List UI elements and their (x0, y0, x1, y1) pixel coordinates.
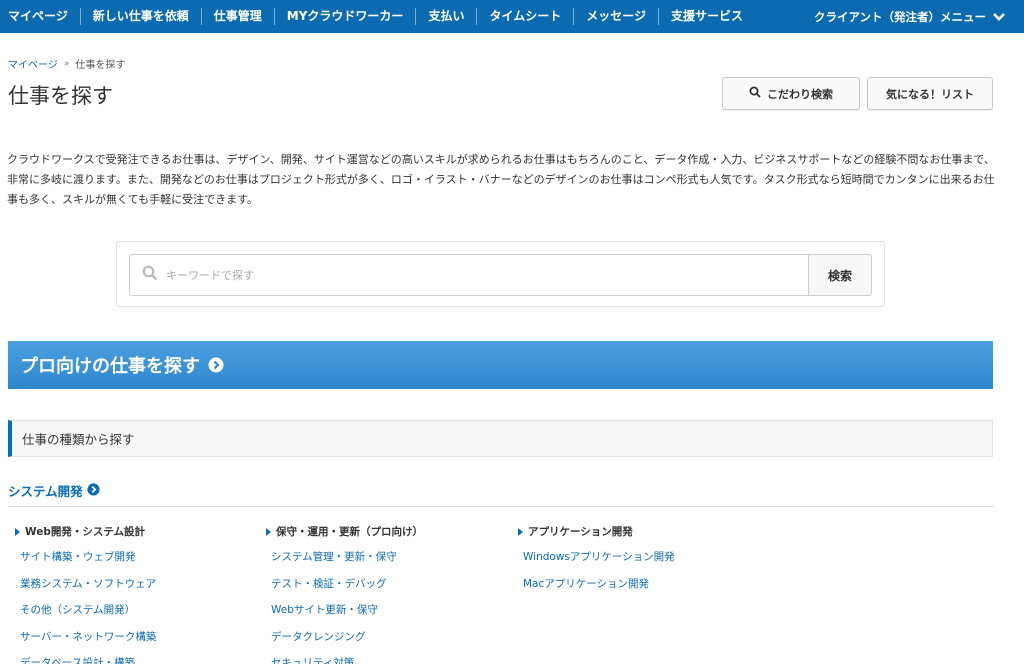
category-system-development: システム開発 (8, 481, 993, 507)
subcategory-link[interactable]: Webサイト更新・保守 (266, 602, 423, 629)
advanced-search-label: こだわり検索 (767, 87, 833, 101)
breadcrumb-home-link[interactable]: マイページ (8, 56, 58, 71)
breadcrumb-separator: » (63, 58, 70, 69)
page-description: クラウドワークスで受発注できるお仕事は、デザイン、開発、サイト運営などの高いスキ… (7, 153, 995, 206)
subcategory-heading[interactable]: 保守・運用・更新（プロ向け） (266, 524, 423, 539)
subcategory-column: Web開発・システム設計 サイト構築・ウェブ開発 業務システム・ソフトウェア そ… (15, 524, 156, 664)
subcategory-link[interactable]: システム管理・更新・保守 (266, 549, 423, 576)
arrow-right-circle-icon (208, 357, 224, 373)
breadcrumb-current: 仕事を探す (75, 60, 126, 71)
nav-item-support[interactable]: 支援サービス (659, 8, 755, 25)
subcategory-link[interactable]: サイト構築・ウェブ開発 (15, 549, 156, 576)
keyword-search-button[interactable]: 検索 (808, 254, 872, 296)
advanced-search-button[interactable]: こだわり検索 (722, 77, 860, 110)
search-icon (749, 86, 761, 101)
nav-item-messages[interactable]: メッセージ (574, 8, 659, 25)
subcategory-column: アプリケーション開発 Windowsアプリケーション開発 Macアプリケーション… (518, 524, 675, 602)
pro-jobs-banner[interactable]: プロ向けの仕事を探す (8, 341, 993, 389)
keyword-search-placeholder: キーワードで探す (166, 269, 254, 282)
subcategory-heading[interactable]: アプリケーション開発 (518, 524, 675, 539)
subcategory-column: 保守・運用・更新（プロ向け） システム管理・更新・保守 テスト・検証・デバッグ … (266, 524, 423, 664)
nav-item-new-job[interactable]: 新しい仕事を依頼 (81, 8, 202, 25)
subcategory-heading[interactable]: Web開発・システム設計 (15, 524, 156, 539)
pro-jobs-banner-label: プロ向けの仕事を探す (20, 356, 200, 377)
subcategory-links: システム管理・更新・保守 テスト・検証・デバッグ Webサイト更新・保守 データ… (266, 549, 423, 664)
subcategory-heading-label: Web開発・システム設計 (25, 526, 146, 538)
page-title: 仕事を探す (8, 84, 113, 108)
arrow-right-circle-icon (87, 482, 100, 499)
search-icon (142, 265, 158, 285)
subcategory-link[interactable]: テスト・検証・デバッグ (266, 576, 423, 603)
subcategory-link[interactable]: データベース設計・構築 (15, 655, 156, 664)
subcategory-link[interactable]: Macアプリケーション開発 (518, 576, 675, 603)
nav-item-payments[interactable]: 支払い (416, 8, 478, 25)
section-header: 仕事の種類から探す (8, 420, 993, 457)
subcategory-heading-label: 保守・運用・更新（プロ向け） (276, 526, 423, 538)
client-menu-label: クライアント（発注者）メニュー (813, 9, 986, 24)
triangle-right-icon (518, 527, 523, 536)
subcategory-link[interactable]: データクレンジング (266, 629, 423, 656)
nav-item-job-management[interactable]: 仕事管理 (202, 8, 275, 25)
nav-item-mypage[interactable]: マイページ (0, 8, 81, 25)
subcategory-links: Windowsアプリケーション開発 Macアプリケーション開発 (518, 549, 675, 602)
triangle-right-icon (15, 527, 20, 536)
nav-item-my-crowdworker[interactable]: MYクラウドワーカー (275, 8, 417, 25)
favorites-list-button[interactable]: 気になる！リスト (867, 77, 993, 110)
breadcrumb: マイページ » 仕事を探す (8, 56, 126, 72)
keyword-search-box: キーワードで探す 検索 (116, 241, 885, 307)
top-nav-items: マイページ 新しい仕事を依頼 仕事管理 MYクラウドワーカー 支払い タイムシー… (0, 0, 755, 33)
nav-item-timesheet[interactable]: タイムシート (477, 8, 575, 25)
triangle-right-icon (266, 527, 271, 536)
subcategory-link[interactable]: その他（システム開発） (15, 602, 156, 629)
chevron-down-icon (992, 12, 1006, 22)
subcategory-heading-label: アプリケーション開発 (528, 526, 633, 538)
top-nav: マイページ 新しい仕事を依頼 仕事管理 MYクラウドワーカー 支払い タイムシー… (0, 0, 1024, 33)
subcategory-links: サイト構築・ウェブ開発 業務システム・ソフトウェア その他（システム開発） サー… (15, 549, 156, 664)
category-title: システム開発 (8, 484, 83, 499)
subcategory-link[interactable]: Windowsアプリケーション開発 (518, 549, 675, 576)
subcategory-link[interactable]: 業務システム・ソフトウェア (15, 576, 156, 603)
client-menu-button[interactable]: クライアント（発注者）メニュー (814, 9, 1024, 25)
keyword-search-input[interactable]: キーワードで探す (129, 254, 809, 296)
subcategory-link[interactable]: サーバー・ネットワーク構築 (15, 629, 156, 656)
subcategory-link[interactable]: セキュリティ対策 (266, 655, 423, 664)
category-title-link[interactable]: システム開発 (8, 481, 100, 500)
